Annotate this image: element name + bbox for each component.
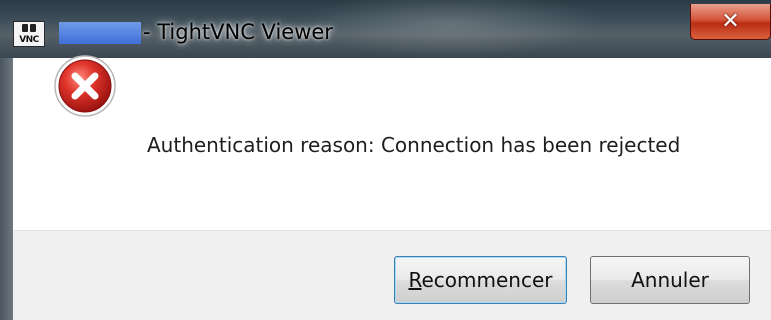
redacted-host-name [59,22,141,44]
app-icon-text: VNC [19,35,39,45]
error-icon [54,55,116,117]
cancel-button-label: Annuler [631,268,709,292]
window-left-border [0,58,13,320]
close-icon: ✕ [721,9,740,34]
close-button[interactable]: ✕ [690,4,771,40]
error-message: Authentication reason: Connection has be… [147,133,681,157]
app-icon-eyes [16,24,42,33]
window-title: - TightVNC Viewer [143,20,333,44]
retry-label-rest: ecommencer [421,268,553,292]
retry-mnemonic: R [408,268,422,292]
tightvnc-app-icon[interactable]: VNC [13,21,45,47]
cancel-button[interactable]: Annuler [590,256,750,304]
retry-button-label: Recommencer [408,268,552,292]
retry-button[interactable]: Recommencer [394,256,567,304]
